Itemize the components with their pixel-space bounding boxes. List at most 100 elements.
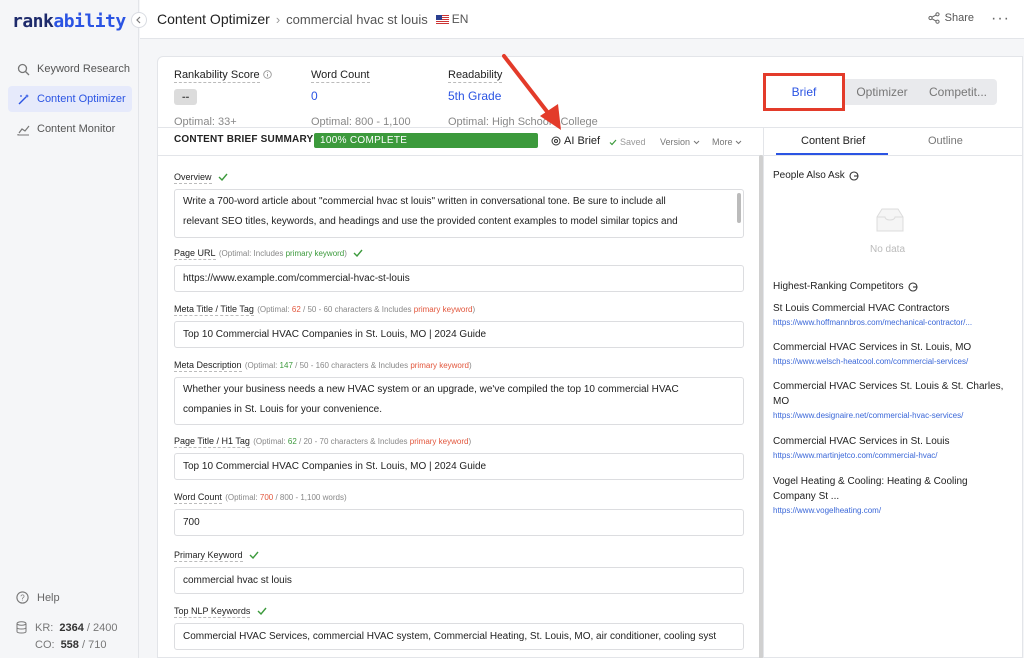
version-label: Version bbox=[660, 137, 691, 147]
breadcrumb-keyword: commercial hvac st louis bbox=[286, 11, 428, 27]
chart-line-icon bbox=[16, 122, 30, 136]
field-hint: (Optimal: 62 / 20 - 70 characters & Incl… bbox=[253, 437, 471, 446]
search-icon bbox=[16, 62, 30, 76]
metric-value: 0 bbox=[311, 89, 318, 103]
logo[interactable]: rankability bbox=[12, 11, 126, 32]
hint-text: (Optimal: bbox=[253, 437, 288, 446]
tab-content-brief[interactable]: Content Brief bbox=[801, 135, 865, 147]
competitor-title: Commercial HVAC Services in St. Louis, M… bbox=[773, 342, 972, 353]
check-icon bbox=[353, 249, 363, 257]
hint-count: 147 bbox=[279, 361, 293, 370]
paa-title: People Also Ask bbox=[773, 170, 845, 181]
view-tabs: Brief Optimizer Competit... bbox=[763, 73, 997, 111]
check-icon bbox=[218, 173, 228, 181]
field-label: Overview bbox=[174, 172, 212, 184]
help-link[interactable]: ? Help bbox=[16, 591, 60, 604]
competitor-item: Vogel Heating & Cooling: Heating & Cooli… bbox=[773, 474, 1005, 515]
credits-label: KR: bbox=[35, 621, 54, 634]
meta-description-textarea[interactable]: Whether your business needs a new HVAC s… bbox=[174, 377, 744, 425]
tab-brief[interactable]: Brief bbox=[763, 73, 845, 111]
info-icon[interactable] bbox=[263, 70, 272, 79]
hint-text: (Optimal: bbox=[257, 305, 292, 314]
field-meta-title: Meta Title / Title Tag (Optimal: 62 / 50… bbox=[174, 301, 744, 348]
more-dropdown[interactable]: More bbox=[712, 137, 742, 147]
logo-prefix: rank bbox=[12, 11, 54, 32]
field-label: Page Title / H1 Tag bbox=[174, 436, 250, 448]
database-icon bbox=[16, 621, 27, 634]
hint-keyword: primary keyword bbox=[409, 437, 469, 446]
field-page-url: Page URL (Optimal: Includes primary keyw… bbox=[174, 245, 744, 292]
tab-outline[interactable]: Outline bbox=[928, 135, 963, 147]
metric-label: Rankability Score bbox=[174, 69, 260, 83]
metric-readability: Readability 5th Grade Optimal: High Scho… bbox=[448, 67, 598, 128]
competitor-title: Vogel Heating & Cooling: Heating & Cooli… bbox=[773, 476, 968, 502]
version-dropdown[interactable]: Version bbox=[660, 137, 700, 147]
competitor-item: Commercial HVAC Services St. Louis & St.… bbox=[773, 379, 1005, 420]
metric-score: Rankability Score -- Optimal: 33+ bbox=[174, 67, 272, 128]
competitors-heading: Highest-Ranking Competitors bbox=[773, 281, 918, 292]
sidebar-item-keyword-research[interactable]: Keyword Research bbox=[8, 56, 132, 82]
more-options-icon[interactable]: ··· bbox=[991, 10, 1010, 28]
paa-heading: People Also Ask bbox=[773, 170, 859, 181]
credits-total: / 710 bbox=[81, 639, 107, 651]
field-overview: Overview Write a 700-word article about … bbox=[174, 169, 744, 238]
field-hint: (Optimal: 700 / 800 - 1,100 words) bbox=[225, 493, 346, 502]
field-hint: (Optimal: 62 / 50 - 60 characters & Incl… bbox=[257, 305, 475, 314]
active-tab-indicator bbox=[776, 153, 888, 155]
tab-competitors[interactable]: Competit... bbox=[919, 79, 997, 105]
hint-text: / 800 - 1,100 words) bbox=[273, 493, 347, 502]
google-icon bbox=[908, 281, 918, 292]
h1-input[interactable]: Top 10 Commercial HVAC Companies in St. … bbox=[174, 453, 744, 480]
competitor-url[interactable]: https://www.vogelheating.com/ bbox=[773, 506, 1005, 515]
score-value: -- bbox=[174, 89, 198, 105]
competitor-item: Commercial HVAC Services in St. Louis ht… bbox=[773, 434, 1005, 460]
share-button[interactable]: Share bbox=[928, 12, 974, 24]
summary-title: CONTENT BRIEF SUMMARY bbox=[174, 134, 314, 145]
meta-title-input[interactable]: Top 10 Commercial HVAC Companies in St. … bbox=[174, 321, 744, 348]
hint-keyword: primary keyword bbox=[410, 361, 469, 370]
hint-text: ) bbox=[469, 361, 472, 370]
no-data-label: No data bbox=[870, 244, 906, 255]
ai-icon bbox=[551, 136, 561, 146]
collapse-sidebar-button[interactable] bbox=[131, 12, 147, 28]
sidebar: rankability Keyword Research Content Opt… bbox=[0, 0, 139, 658]
top-header: Content Optimizer › commercial hvac st l… bbox=[140, 0, 1024, 39]
scrollbar[interactable] bbox=[759, 155, 763, 658]
field-label: Meta Title / Title Tag bbox=[174, 304, 254, 316]
sidebar-item-content-monitor[interactable]: Content Monitor bbox=[8, 116, 132, 142]
wand-icon bbox=[16, 92, 30, 106]
google-icon bbox=[849, 170, 859, 181]
svg-text:?: ? bbox=[20, 593, 25, 602]
saved-status: Saved bbox=[609, 137, 646, 147]
chevron-down-icon bbox=[693, 140, 700, 145]
credits-total: / 2400 bbox=[86, 621, 118, 634]
competitor-url[interactable]: https://www.welsch-heatcool.com/commerci… bbox=[773, 357, 1005, 366]
page-url-input[interactable]: https://www.example.com/commercial-hvac-… bbox=[174, 265, 744, 292]
chevron-down-icon bbox=[735, 140, 742, 145]
competitor-url[interactable]: https://www.martinjetco.com/commercial-h… bbox=[773, 451, 1005, 460]
competitor-title: Commercial HVAC Services St. Louis & St.… bbox=[773, 381, 1004, 407]
nlp-keywords-input[interactable]: Commercial HVAC Services, commercial HVA… bbox=[174, 623, 744, 650]
credits-used: 558 bbox=[60, 639, 79, 651]
ai-brief-button[interactable]: AI Brief bbox=[551, 135, 600, 147]
right-panel-tabs: Content Brief Outline bbox=[764, 127, 1022, 156]
hint-text: (Optimal: bbox=[244, 361, 280, 370]
sidebar-item-content-optimizer[interactable]: Content Optimizer bbox=[8, 86, 132, 112]
textarea-scrollbar[interactable] bbox=[737, 193, 741, 223]
saved-label: Saved bbox=[620, 137, 646, 147]
content-card: Rankability Score -- Optimal: 33+ Word C… bbox=[157, 56, 1023, 658]
competitor-url[interactable]: https://www.designaire.net/commercial-hv… bbox=[773, 411, 1005, 420]
tab-optimizer[interactable]: Optimizer bbox=[845, 79, 919, 105]
divider bbox=[763, 127, 764, 657]
overview-textarea[interactable]: Write a 700-word article about "commerci… bbox=[174, 189, 744, 238]
overview-line: relevant SEO titles, keywords, and headi… bbox=[183, 216, 678, 227]
competitor-title: St Louis Commercial HVAC Contractors bbox=[773, 303, 950, 314]
progress-bar: 100% COMPLETE bbox=[314, 133, 538, 148]
hint-text: ) bbox=[468, 437, 472, 446]
field-word-count: Word Count (Optimal: 700 / 800 - 1,100 w… bbox=[174, 489, 744, 536]
competitor-url[interactable]: https://www.hoffmannbros.com/mechanical-… bbox=[773, 318, 1005, 327]
primary-keyword-input[interactable]: commercial hvac st louis bbox=[174, 567, 744, 594]
field-label: Meta Description bbox=[174, 360, 242, 372]
progress-label: 100% COMPLETE bbox=[320, 135, 408, 146]
word-count-input[interactable]: 700 bbox=[174, 509, 744, 536]
